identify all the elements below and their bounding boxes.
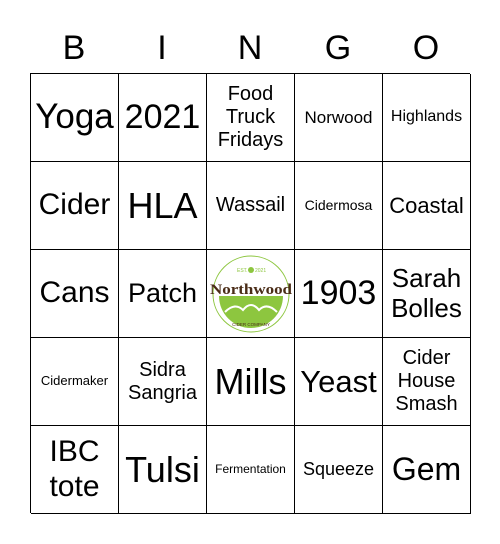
- bingo-cell[interactable]: IBC tote: [31, 426, 119, 514]
- svg-text:2021: 2021: [255, 268, 266, 274]
- bingo-cell[interactable]: Highlands: [383, 74, 471, 162]
- header-letter: N: [237, 29, 263, 67]
- svg-text:CIDER COMPANY: CIDER COMPANY: [232, 322, 270, 327]
- bingo-cell[interactable]: Wassail: [207, 162, 295, 250]
- svg-text:Northwood: Northwood: [210, 282, 293, 298]
- bingo-cell[interactable]: Sarah Bolles: [383, 250, 471, 338]
- header-letter: G: [324, 29, 352, 67]
- header-letter: B: [62, 29, 86, 67]
- bingo-cell[interactable]: Gem: [383, 426, 471, 514]
- bingo-grid: Yoga 2021 Food Truck Fridays Norwood Hig…: [30, 73, 471, 514]
- bingo-cell[interactable]: Cider: [31, 162, 119, 250]
- bingo-cell[interactable]: Yeast: [295, 338, 383, 426]
- bingo-cell[interactable]: Patch: [119, 250, 207, 338]
- bingo-cell[interactable]: Mills: [207, 338, 295, 426]
- header-letter: I: [157, 29, 167, 67]
- bingo-cell[interactable]: Cider House Smash: [383, 338, 471, 426]
- bingo-cell[interactable]: Cans: [31, 250, 119, 338]
- bingo-cell[interactable]: Coastal: [383, 162, 471, 250]
- bingo-cell[interactable]: Cidermaker: [31, 338, 119, 426]
- bingo-cell[interactable]: Cidermosa: [295, 162, 383, 250]
- bingo-cell[interactable]: 1903: [295, 250, 383, 338]
- bingo-cell[interactable]: Norwood: [295, 74, 383, 162]
- bingo-cell[interactable]: HLA: [119, 162, 207, 250]
- svg-text:EST.: EST.: [237, 268, 248, 274]
- bingo-cell[interactable]: Tulsi: [119, 426, 207, 514]
- header-letter: O: [412, 29, 440, 67]
- bingo-header: B I N G O: [30, 28, 470, 68]
- free-space-logo[interactable]: EST. 2021 Northwood CIDER COMPANY: [207, 250, 295, 338]
- bingo-cell[interactable]: Fermentation: [207, 426, 295, 514]
- bingo-cell[interactable]: Yoga: [31, 74, 119, 162]
- bingo-cell[interactable]: Food Truck Fridays: [207, 74, 295, 162]
- bingo-cell[interactable]: Squeeze: [295, 426, 383, 514]
- bingo-cell[interactable]: Sidra Sangria: [119, 338, 207, 426]
- northwood-logo-icon: EST. 2021 Northwood CIDER COMPANY: [210, 255, 293, 332]
- bingo-cell[interactable]: 2021: [119, 74, 207, 162]
